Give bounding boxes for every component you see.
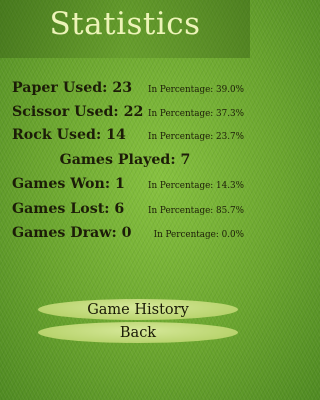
stat-row-rock: Rock Used: 14 In Percentage: 23.7% xyxy=(12,127,244,147)
game-history-button[interactable]: Game History xyxy=(38,299,238,320)
stat-row-paper: Paper Used: 23 In Percentage: 39.0% xyxy=(12,80,244,100)
games-draw-label: Games Draw: 0 xyxy=(12,225,132,241)
stat-row-won: Games Won: 1 In Percentage: 14.3% xyxy=(12,176,244,196)
games-played-label: Games Played: 7 xyxy=(59,152,191,168)
rock-percentage: In Percentage: 23.7% xyxy=(148,132,244,142)
stat-row-scissor: Scissor Used: 22 In Percentage: 37.3% xyxy=(12,104,244,124)
page-title: Statistics xyxy=(49,6,201,42)
draw-percentage: In Percentage: 0.0% xyxy=(153,230,244,240)
paper-used-label: Paper Used: 23 xyxy=(12,80,133,96)
lost-percentage: In Percentage: 85.7% xyxy=(148,206,244,216)
stat-row-draw: Games Draw: 0 In Percentage: 0.0% xyxy=(12,225,244,245)
rock-used-label: Rock Used: 14 xyxy=(12,127,126,143)
won-percentage: In Percentage: 14.3% xyxy=(148,181,244,191)
scissor-used-label: Scissor Used: 22 xyxy=(12,104,144,120)
scissor-percentage: In Percentage: 37.3% xyxy=(148,109,244,119)
back-button[interactable]: Back xyxy=(38,322,238,343)
stat-row-lost: Games Lost: 6 In Percentage: 85.7% xyxy=(12,201,244,221)
games-won-label: Games Won: 1 xyxy=(12,176,125,192)
games-lost-label: Games Lost: 6 xyxy=(12,201,125,217)
paper-percentage: In Percentage: 39.0% xyxy=(148,85,244,95)
